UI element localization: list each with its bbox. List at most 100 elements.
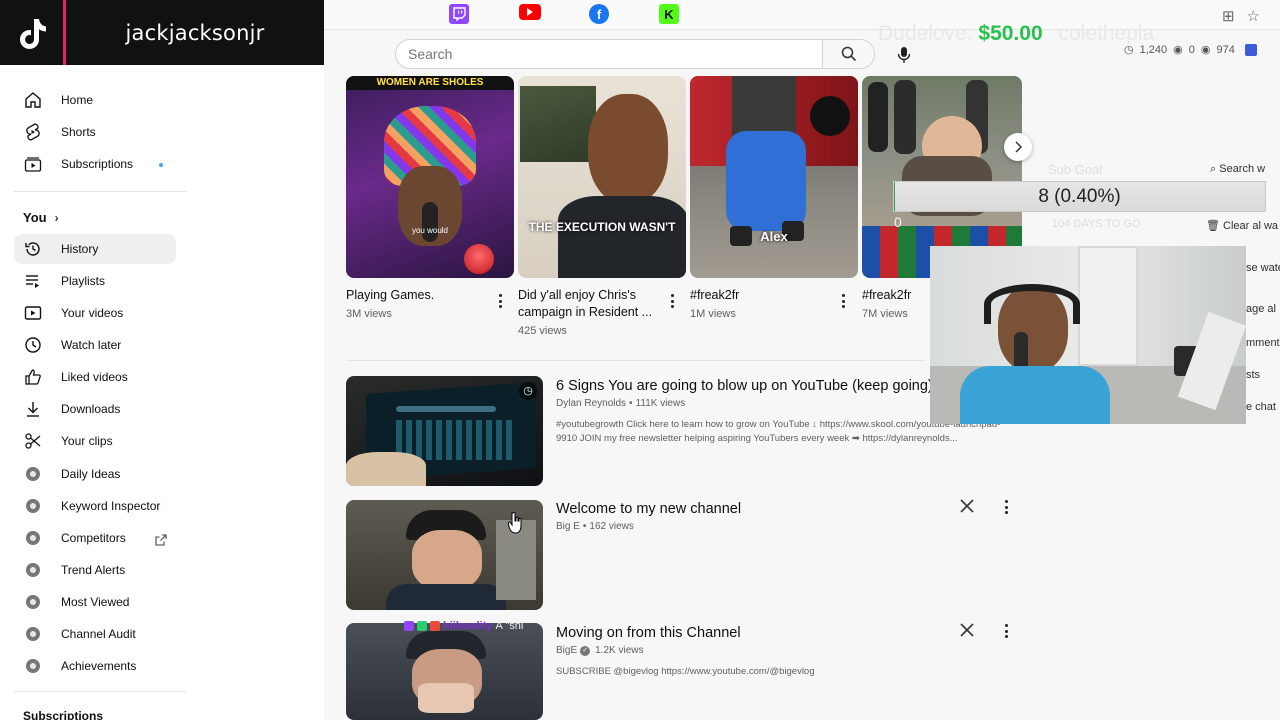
bookmark-star-icon[interactable]: ☆	[1247, 7, 1260, 25]
short-thumbnail[interactable]: WOMEN ARE SHOLES you would	[346, 76, 514, 278]
sidebar-item-keyword-inspector[interactable]: Keyword Inspector	[14, 491, 176, 521]
short-thumbnail[interactable]: Alex	[690, 76, 858, 278]
microphone-icon	[897, 47, 911, 63]
channel-name[interactable]: Big E	[556, 521, 580, 532]
sidebar-subscriptions-header[interactable]: Subscriptions	[23, 709, 103, 720]
kick-icon: K	[659, 4, 679, 24]
more-actions-icon[interactable]	[837, 292, 849, 310]
extensions-icon[interactable]: ⊞	[1222, 7, 1235, 25]
extension-logo-icon	[23, 595, 43, 609]
sidebar-item-home[interactable]: Home	[14, 85, 176, 115]
chat-message-overlay: hiikwality A "shi	[404, 620, 523, 632]
playlists-icon	[23, 272, 43, 290]
video-description: SUBSCRIBE @bigevlog https://www.youtube.…	[556, 666, 815, 677]
browser-toolbar-icons: ⊞ ☆	[1222, 7, 1260, 25]
extension-logo-icon	[23, 563, 43, 577]
twitch-handle	[449, 4, 473, 24]
video-meta: Dylan Reynolds • 111K views	[556, 398, 686, 409]
short-title[interactable]: Playing Games.	[346, 287, 434, 304]
video-title[interactable]: 6 Signs You are going to blow up on YouT…	[556, 378, 933, 394]
search-icon	[841, 46, 856, 62]
remove-from-history-icon[interactable]	[958, 621, 976, 639]
sidebar-item-subscriptions[interactable]: Subscriptions	[14, 149, 176, 179]
watch-later-icon[interactable]: ◷	[519, 382, 537, 400]
short-views: 1M views	[690, 308, 736, 320]
chat-username: hiikwality	[443, 620, 493, 632]
kick-handle: K	[659, 4, 683, 24]
history-option[interactable]: mment	[1246, 337, 1280, 349]
sidebar-item-competitors[interactable]: Competitors	[14, 523, 176, 553]
sidebar-item-downloads[interactable]: Downloads	[14, 394, 176, 424]
sidebar-item-daily-ideas[interactable]: Daily Ideas	[14, 459, 176, 489]
shorts-icon	[23, 123, 43, 141]
stream-screen: jackjacksonjr f K ⊞ ☆ Dudelove: $50.00 c…	[0, 0, 1280, 720]
more-actions-icon[interactable]	[666, 292, 678, 310]
short-views: 3M views	[346, 308, 392, 320]
search-input[interactable]	[396, 40, 822, 68]
mod-badge-icon	[430, 621, 440, 631]
eye-icon: ◉	[1173, 44, 1183, 56]
sidebar-item-playlists[interactable]: Playlists	[14, 266, 176, 296]
short-title[interactable]: #freak2fr	[862, 287, 911, 304]
more-actions-icon[interactable]	[494, 292, 506, 310]
your-videos-icon	[23, 304, 43, 322]
mouse-pointer-icon	[508, 512, 522, 534]
shelf-divider	[346, 360, 926, 361]
scissors-icon	[23, 432, 43, 450]
sidebar-item-shorts[interactable]: Shorts	[14, 117, 176, 147]
voice-search-button[interactable]	[890, 41, 918, 69]
history-option[interactable]: se wate	[1246, 262, 1280, 274]
sidebar-item-liked-videos[interactable]: Liked videos	[14, 362, 176, 392]
sidebar-you-header[interactable]: You ›	[23, 210, 59, 225]
channel-name[interactable]: BigE	[556, 645, 577, 656]
video-title[interactable]: Moving on from this Channel	[556, 625, 741, 641]
twitch-badge-icon	[404, 621, 414, 631]
video-thumbnail[interactable]: ◷	[346, 376, 543, 486]
sidebar-divider	[14, 191, 186, 192]
sidebar-divider	[14, 691, 186, 692]
history-option[interactable]: sts	[1246, 369, 1260, 381]
more-actions-icon[interactable]	[1000, 498, 1012, 516]
chat-message: A "shi	[495, 620, 524, 632]
sidebar-item-trend-alerts[interactable]: Trend Alerts	[14, 555, 176, 585]
tiktok-banner: jackjacksonjr	[0, 0, 324, 65]
short-views: 7M views	[862, 308, 908, 320]
short-title[interactable]: Did y'all enjoy Chris's campaign in Resi…	[518, 287, 652, 321]
history-option[interactable]: age al	[1246, 303, 1276, 315]
video-meta: BigE ✓ 1.2K views	[556, 645, 643, 656]
sidebar-item-channel-audit[interactable]: Channel Audit	[14, 619, 176, 649]
extension-logo-icon	[23, 627, 43, 641]
clock-icon: ◷	[1124, 44, 1134, 56]
chevron-right-icon	[1015, 141, 1023, 153]
home-icon	[23, 91, 43, 109]
subgoal-progress-bar: 8 (0.40%)	[893, 181, 1266, 212]
more-actions-icon[interactable]	[1000, 622, 1012, 640]
search-history-link[interactable]: ⌕ Search w	[1210, 163, 1265, 176]
subgoal-value: 8 (0.40%)	[1038, 185, 1121, 207]
history-option[interactable]: e chat	[1246, 401, 1276, 413]
sidebar-item-your-videos[interactable]: Your videos	[14, 298, 176, 328]
sidebar-item-most-viewed[interactable]: Most Viewed	[14, 587, 176, 617]
facebook-handle: f	[589, 4, 613, 24]
view-icon: ◉	[1200, 44, 1211, 56]
short-thumbnail[interactable]: THE EXECUTION WASN'T	[518, 76, 686, 278]
video-thumbnail[interactable]	[346, 623, 543, 720]
remove-from-history-icon[interactable]	[958, 497, 976, 515]
sidebar-item-achievements[interactable]: Achievements	[14, 651, 176, 681]
search-icon: ⌕	[1210, 163, 1217, 175]
video-title[interactable]: Welcome to my new channel	[556, 501, 741, 517]
subgoal-label: Sub Goal	[1048, 162, 1103, 177]
subgoal-days: 104 DAYS TO GO	[1052, 218, 1141, 230]
shelf-next-button[interactable]	[1004, 133, 1032, 161]
sidebar-item-history[interactable]: History	[14, 234, 176, 264]
search-button[interactable]	[822, 40, 874, 68]
view-count: 162 views	[589, 521, 634, 532]
extension-badge-icon[interactable]	[1244, 43, 1257, 56]
short-title[interactable]: #freak2fr	[690, 287, 739, 304]
youtube-handle	[519, 4, 545, 20]
sidebar-item-watch-later[interactable]: Watch later	[14, 330, 176, 360]
clear-watch-history-link[interactable]: 🗑 Clear al wa	[1206, 219, 1278, 232]
channel-name[interactable]: Dylan Reynolds	[556, 398, 626, 409]
sidebar-item-your-clips[interactable]: Your clips	[14, 426, 176, 456]
extension-logo-icon	[23, 499, 43, 513]
